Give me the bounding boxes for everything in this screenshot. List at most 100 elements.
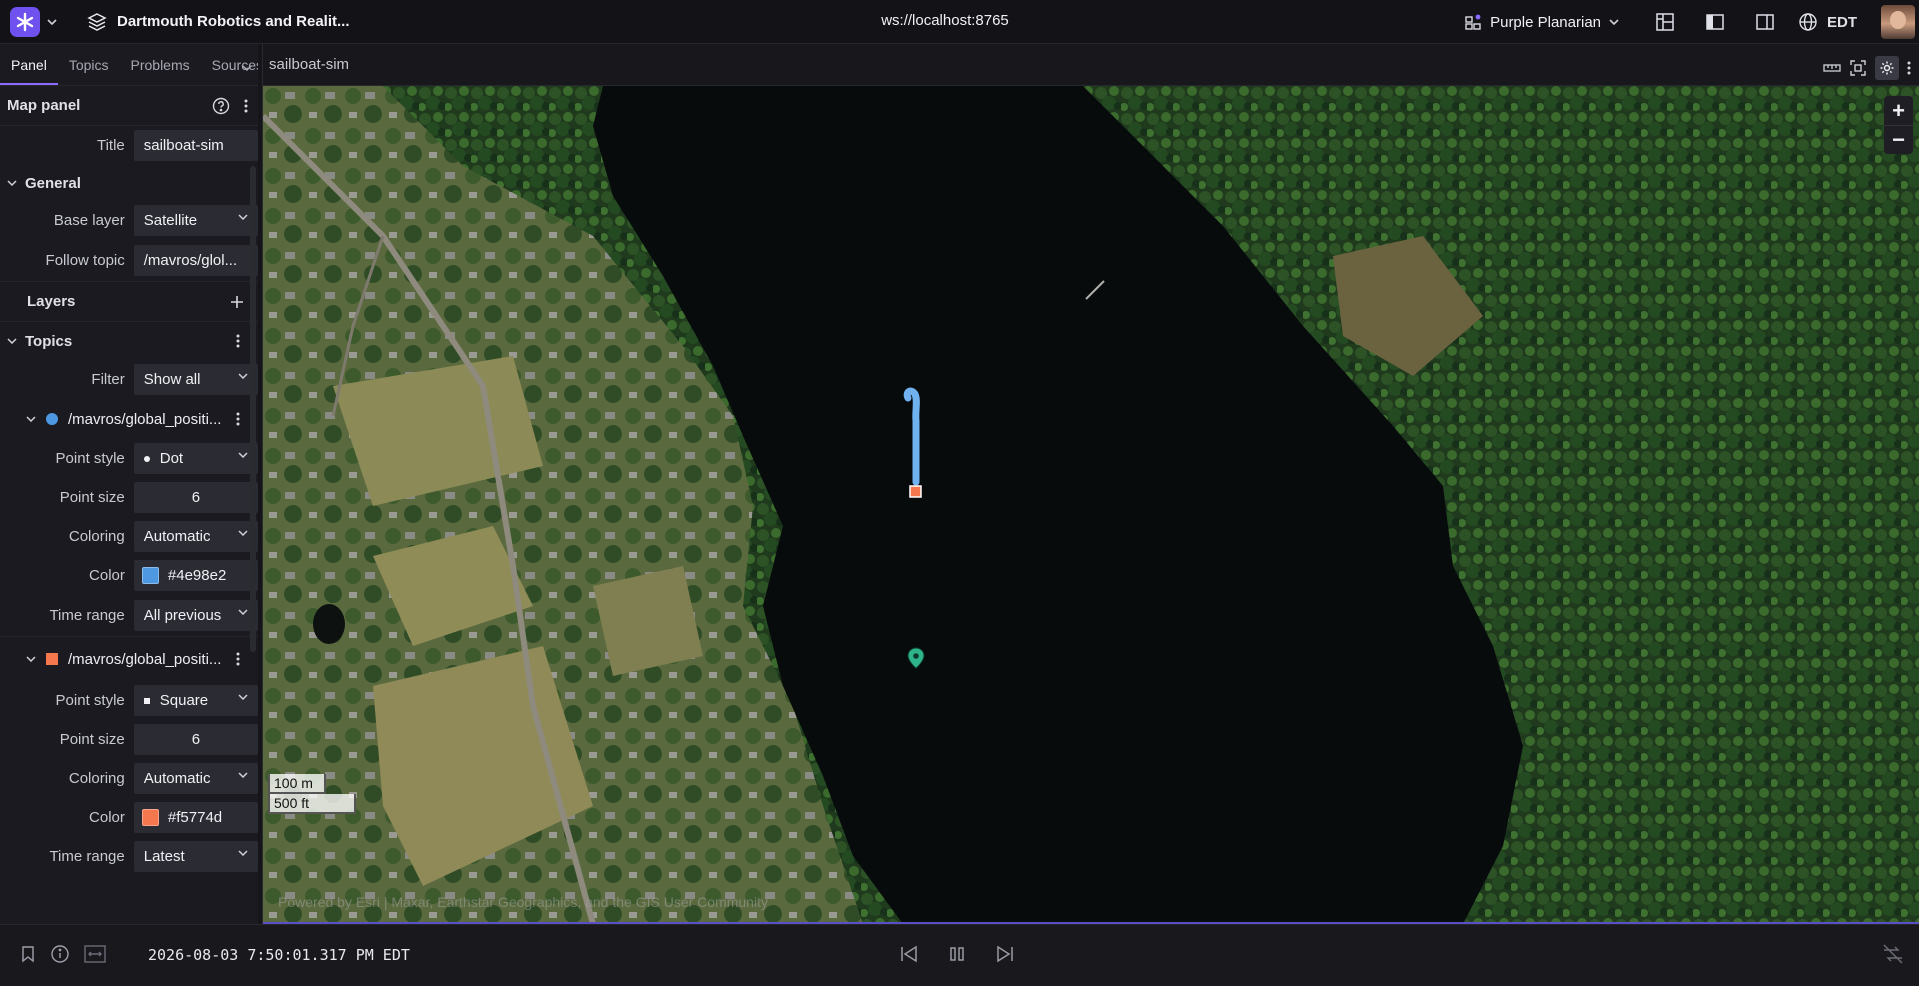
- topic-row-2[interactable]: /mavros/global_positi...: [0, 637, 258, 681]
- topics-section-header[interactable]: Topics: [0, 322, 258, 360]
- more-vert-icon[interactable]: [244, 99, 248, 113]
- layers-section-header[interactable]: Layers: [0, 282, 258, 322]
- color-value: #4e98e2: [167, 567, 227, 584]
- topics-section-title: Topics: [25, 332, 73, 350]
- color-swatch[interactable]: [141, 567, 159, 584]
- measure-icon[interactable]: [1823, 62, 1841, 74]
- user-name: Purple Planarian: [1490, 13, 1601, 31]
- app-logo-icon[interactable]: [10, 6, 40, 37]
- follow-topic-select[interactable]: /mavros/glol...: [133, 245, 258, 276]
- coloring-row: Coloring Automatic: [0, 759, 258, 798]
- chevron-down-icon: [26, 416, 36, 422]
- base-layer-row: Base layer Satellite: [0, 201, 258, 240]
- topic-row-1[interactable]: /mavros/global_positi...: [0, 399, 258, 439]
- time-range-label: Time range: [49, 607, 125, 624]
- chevron-down-icon: [238, 850, 248, 856]
- title-label: Title: [96, 137, 125, 154]
- time-range-select[interactable]: Latest: [133, 841, 258, 872]
- right-sidebar-toggle-icon[interactable]: [1747, 4, 1783, 40]
- time-range-select[interactable]: All previous: [133, 600, 258, 631]
- more-vert-icon[interactable]: [236, 412, 240, 426]
- color-row: Color #f5774d: [0, 798, 258, 837]
- point-size-input[interactable]: 6: [133, 724, 258, 755]
- more-vert-icon[interactable]: [236, 334, 240, 348]
- fullscreen-icon[interactable]: [1849, 59, 1867, 77]
- sidebar-scrollbar[interactable]: [250, 166, 256, 652]
- title-input[interactable]: sailboat-sim: [133, 130, 258, 161]
- panel-title[interactable]: sailboat-sim: [269, 56, 349, 73]
- help-icon[interactable]: [212, 97, 230, 115]
- pause-icon[interactable]: [946, 943, 968, 965]
- time-range-row: Time range Latest: [0, 837, 258, 876]
- more-vert-icon[interactable]: [1907, 61, 1911, 75]
- tab-problems[interactable]: Problems: [120, 57, 201, 85]
- time-range-row: Time range All previous: [0, 595, 258, 637]
- coloring-select[interactable]: Automatic: [133, 763, 258, 794]
- zoom-out-button[interactable]: −: [1884, 125, 1913, 154]
- color-input[interactable]: #4e98e2: [133, 560, 258, 591]
- satellite-map[interactable]: + − 100 m 500 ft Powered by Esri | Maxar…: [263, 86, 1919, 924]
- coloring-select[interactable]: Automatic: [133, 521, 258, 552]
- time-range-label: Time range: [49, 848, 125, 865]
- title-row: Title sailboat-sim: [0, 126, 258, 165]
- gear-icon: [1880, 61, 1894, 75]
- chevron-down-icon: [238, 214, 248, 220]
- globe-icon: [1799, 13, 1817, 31]
- add-icon[interactable]: [230, 295, 244, 309]
- chevron-down-icon: [238, 452, 248, 458]
- general-section-title: General: [25, 174, 81, 192]
- point-style-select[interactable]: Square: [133, 685, 258, 716]
- color-swatch[interactable]: [141, 809, 159, 826]
- tab-topics[interactable]: Topics: [58, 57, 120, 85]
- app-menu-chevron-icon[interactable]: [43, 13, 61, 31]
- color-label: Color: [89, 567, 125, 584]
- panel-settings-button[interactable]: [1875, 56, 1899, 80]
- color-row: Color #4e98e2: [0, 556, 258, 595]
- zoom-in-button[interactable]: +: [1884, 96, 1913, 125]
- skip-forward-icon[interactable]: [994, 943, 1016, 965]
- chevron-down-icon[interactable]: [242, 58, 252, 75]
- bookmark-icon[interactable]: [20, 945, 36, 963]
- timezone-label: EDT: [1827, 13, 1857, 31]
- connection-url[interactable]: ws://localhost:8765: [881, 12, 1009, 29]
- filter-select[interactable]: Show all: [133, 364, 258, 395]
- panel-toolbar: sailboat-sim: [263, 44, 1919, 86]
- layout-name-button[interactable]: Dartmouth Robotics and Realit...: [117, 13, 350, 30]
- chevron-down-icon: [7, 338, 17, 344]
- point-style-select[interactable]: Dot: [133, 443, 258, 474]
- user-menu[interactable]: Purple Planarian: [1464, 13, 1619, 31]
- more-vert-icon[interactable]: [236, 652, 240, 666]
- coloring-label: Coloring: [68, 528, 125, 545]
- avatar[interactable]: [1881, 5, 1915, 39]
- add-panel-icon[interactable]: [1647, 4, 1683, 40]
- map-panel: sailboat-sim + − 100 m 500 ft Powered by…: [262, 44, 1919, 924]
- point-size-row: Point size 6: [0, 720, 258, 759]
- left-sidebar-toggle-icon[interactable]: [1697, 4, 1733, 40]
- loop-range-icon[interactable]: [84, 944, 106, 964]
- base-layer-select[interactable]: Satellite: [133, 205, 258, 236]
- sidebar-tabs: Panel Topics Problems Sources: [0, 44, 258, 86]
- layers-icon[interactable]: [85, 10, 109, 34]
- color-input[interactable]: #f5774d: [133, 802, 258, 833]
- color-value: #f5774d: [167, 809, 223, 826]
- playback-timestamp[interactable]: 2026-08-03 7:50:01.317 PM EDT: [148, 946, 410, 964]
- map-attribution[interactable]: Powered by Esri | Maxar, Earthstar Geogr…: [278, 894, 768, 910]
- settings-sidebar: Panel Topics Problems Sources Map panel …: [0, 44, 258, 924]
- playback-bar: 2026-08-03 7:50:01.317 PM EDT: [0, 924, 1919, 986]
- chevron-down-icon: [238, 772, 248, 778]
- sync-off-icon[interactable]: [1881, 943, 1905, 965]
- tab-panel[interactable]: Panel: [0, 57, 58, 85]
- follow-topic-row: Follow topic /mavros/glol...: [0, 240, 258, 282]
- coloring-label: Coloring: [68, 770, 125, 787]
- base-layer-value: Satellite: [143, 212, 198, 229]
- base-layer-label: Base layer: [53, 212, 125, 229]
- info-icon[interactable]: [50, 944, 70, 964]
- zoom-control: + −: [1884, 96, 1913, 154]
- scale-bar-imperial: 500 ft: [268, 794, 356, 814]
- point-size-input[interactable]: 6: [133, 482, 258, 513]
- user-presence-icon: [1465, 14, 1481, 30]
- skip-back-icon[interactable]: [898, 943, 920, 965]
- timezone-selector[interactable]: EDT: [1797, 11, 1857, 33]
- general-section-header[interactable]: General: [0, 165, 258, 201]
- topic-square-icon: [46, 653, 58, 665]
